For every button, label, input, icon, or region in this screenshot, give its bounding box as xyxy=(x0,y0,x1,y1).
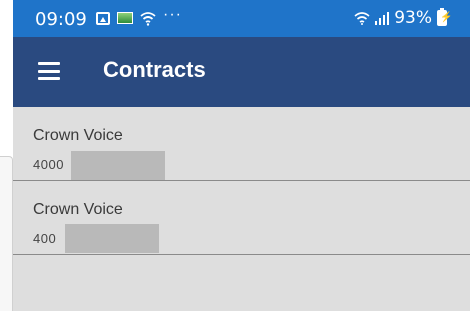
signal-icon xyxy=(375,12,390,25)
status-bar: 09:09 ··· 93% ⚡ xyxy=(13,0,470,37)
left-edge xyxy=(0,156,13,311)
battery-charging-icon: ⚡ xyxy=(437,8,452,26)
contracts-list: Crown Voice 4000 Crown Voice 400 xyxy=(13,107,470,255)
redacted-number-block xyxy=(65,224,159,253)
status-right: 93% ⚡ xyxy=(354,8,452,28)
app-screen: 09:09 ··· 93% ⚡ Contracts Crown Voice 40… xyxy=(13,0,470,311)
contract-name: Crown Voice xyxy=(33,127,123,144)
wifi-icon xyxy=(354,12,370,25)
gallery-notification-icon xyxy=(96,11,110,25)
battery-percent: 93% xyxy=(394,8,432,28)
status-time: 09:09 xyxy=(35,9,87,30)
page-title: Contracts xyxy=(103,57,206,82)
notification-icons: ··· xyxy=(96,6,182,27)
photo-notification-icon xyxy=(117,12,133,24)
app-bar: Contracts xyxy=(13,37,470,107)
hamburger-menu-icon[interactable] xyxy=(38,62,60,80)
redacted-number-block xyxy=(71,151,165,180)
wifi-notification-icon xyxy=(140,12,156,26)
contract-number: 4000 xyxy=(33,157,64,172)
contract-list-item[interactable]: Crown Voice 400 xyxy=(13,181,470,255)
contract-name: Crown Voice xyxy=(33,201,123,218)
contract-list-item[interactable]: Crown Voice 4000 xyxy=(13,107,470,181)
contract-number: 400 xyxy=(33,231,57,246)
more-notifications-icon: ··· xyxy=(163,6,182,23)
